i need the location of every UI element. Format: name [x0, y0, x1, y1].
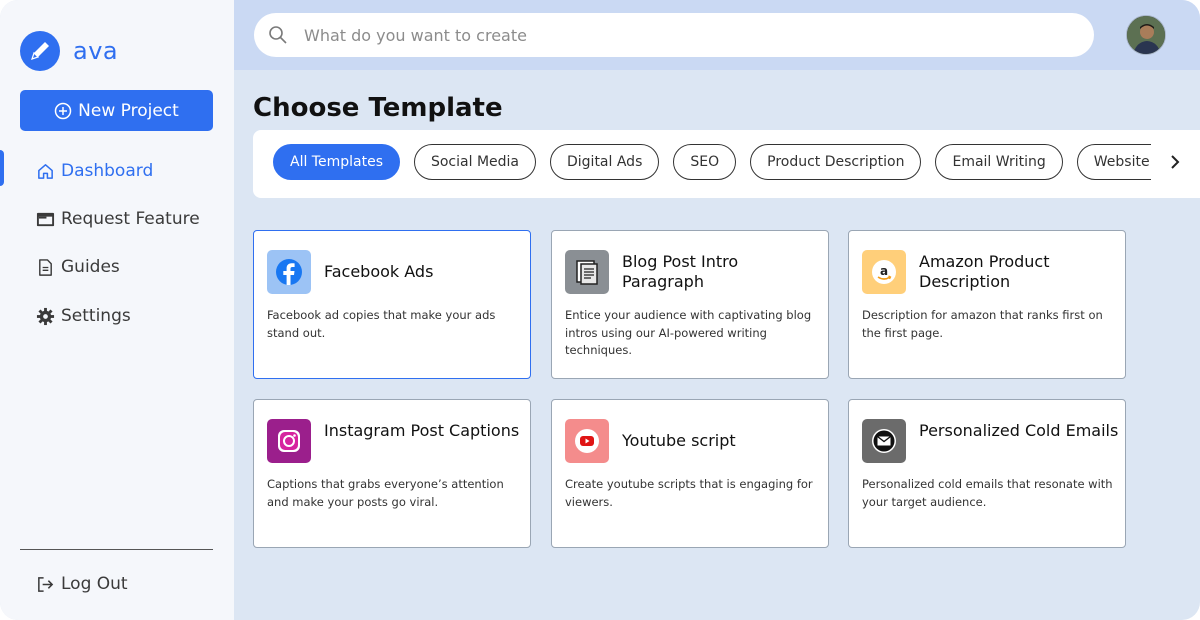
active-indicator — [0, 150, 4, 186]
sidebar-item-request-feature[interactable]: Request Feature — [36, 206, 200, 232]
card-title: Instagram Post Captions — [324, 421, 520, 440]
template-card-blog-post-intro[interactable]: Blog Post Intro Paragraph Entice your au… — [551, 230, 829, 379]
svg-text:a: a — [880, 264, 888, 278]
plus-circle-icon — [54, 102, 72, 119]
card-description: Create youtube scripts that is engaging … — [565, 477, 813, 509]
filter-chip-website-copy[interactable]: Website Copy — [1076, 144, 1151, 180]
sidebar-item-label: Dashboard — [61, 161, 154, 181]
instagram-icon — [267, 419, 311, 463]
sidebar-item-guides[interactable]: Guides — [36, 254, 120, 280]
blog-document-icon — [565, 250, 609, 294]
template-card-personalized-cold-emails[interactable]: Personalized Cold Emails Personalized co… — [848, 399, 1126, 548]
pencil-logo-icon — [20, 31, 60, 71]
app-window: ava New Project Dashboard Request Featur… — [0, 0, 1200, 620]
app-name: ava — [73, 37, 119, 65]
amazon-icon: a — [862, 250, 906, 294]
filter-chip-social-media[interactable]: Social Media — [413, 144, 536, 180]
page-title: Choose Template — [253, 93, 503, 123]
card-description: Personalized cold emails that resonate w… — [862, 477, 1113, 509]
card-title: Personalized Cold Emails — [919, 421, 1119, 440]
top-bar — [234, 0, 1200, 70]
youtube-icon — [565, 419, 609, 463]
template-card-facebook-ads[interactable]: Facebook Ads Facebook ad copies that mak… — [253, 230, 531, 379]
card-title: Facebook Ads — [324, 262, 434, 281]
facebook-icon — [267, 250, 311, 294]
sidebar-item-label: Guides — [61, 257, 120, 277]
logout-icon — [38, 576, 54, 592]
new-project-label: New Project — [78, 100, 179, 121]
card-title: Amazon Product Description — [919, 252, 1050, 291]
card-description: Description for amazon that ranks first … — [862, 308, 1103, 340]
filter-bar: All Templates Social Media Digital Ads S… — [253, 130, 1200, 198]
template-card-youtube-script[interactable]: Youtube script Create youtube scripts th… — [551, 399, 829, 548]
filter-chip-row: All Templates Social Media Digital Ads S… — [273, 144, 1151, 180]
template-card-instagram-post-captions[interactable]: Instagram Post Captions Captions that gr… — [253, 399, 531, 548]
chevron-right-icon[interactable] — [1165, 152, 1185, 172]
template-card-amazon-product-description[interactable]: a Amazon Product Description Description… — [848, 230, 1126, 379]
document-icon — [39, 258, 52, 276]
search-bar[interactable] — [254, 13, 1094, 57]
card-title: Blog Post Intro Paragraph — [622, 252, 739, 291]
sidebar-item-label: Settings — [61, 306, 131, 326]
search-input[interactable] — [304, 25, 1064, 45]
logo[interactable]: ava — [20, 31, 118, 71]
avatar[interactable] — [1126, 15, 1166, 55]
window-icon — [36, 212, 55, 226]
filter-chip-email-writing[interactable]: Email Writing — [935, 144, 1063, 180]
sidebar-item-dashboard[interactable]: Dashboard — [36, 158, 153, 184]
sidebar-item-settings[interactable]: Settings — [36, 303, 131, 329]
email-icon — [862, 419, 906, 463]
card-description: Entice your audience with captivating bl… — [565, 308, 812, 357]
card-title: Youtube script — [622, 431, 736, 450]
card-description: Captions that grabs everyone’s attention… — [267, 477, 504, 509]
new-project-button[interactable]: New Project — [20, 90, 213, 131]
filter-chip-digital-ads[interactable]: Digital Ads — [550, 144, 660, 180]
gear-icon — [36, 307, 55, 325]
card-description: Facebook ad copies that make your ads st… — [267, 308, 496, 340]
logout-button[interactable]: Log Out — [36, 571, 128, 597]
logout-label: Log Out — [61, 574, 128, 594]
filter-chip-product-description[interactable]: Product Description — [750, 144, 922, 180]
filter-chip-seo[interactable]: SEO — [673, 144, 737, 180]
sidebar-divider — [20, 549, 213, 550]
filter-chip-all-templates[interactable]: All Templates — [273, 144, 400, 180]
search-icon — [269, 26, 287, 44]
sidebar-item-label: Request Feature — [61, 209, 200, 229]
home-icon — [38, 163, 53, 179]
sidebar: ava New Project Dashboard Request Featur… — [0, 0, 234, 620]
